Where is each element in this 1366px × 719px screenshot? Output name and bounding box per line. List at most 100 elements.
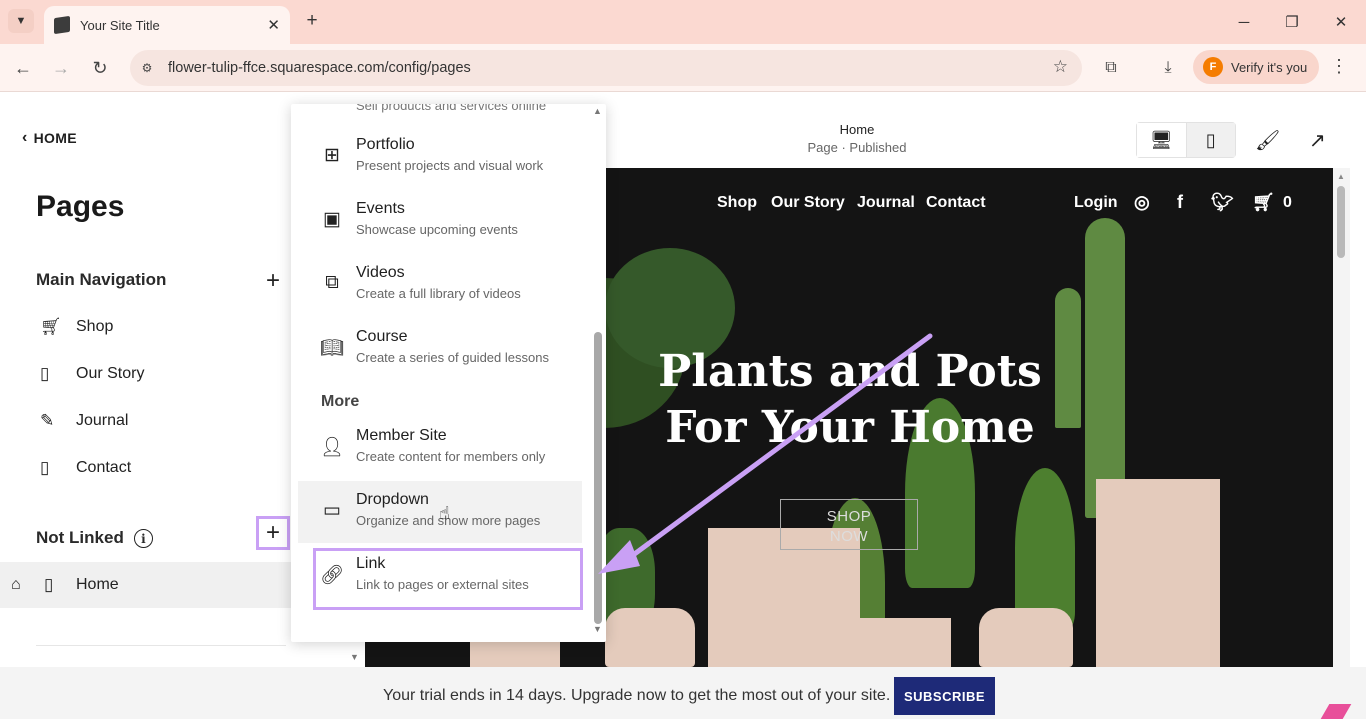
menu-scrollbar[interactable]: ▲ ▼ [593,104,603,642]
back-home-link[interactable]: ‹ HOME [22,129,77,147]
menu-item-desc: Showcase upcoming events [356,222,518,237]
nav-item-shop[interactable]: 🛒︎ Shop [36,309,286,345]
back-home-label: HOME [33,130,77,146]
download-icon[interactable]: ⤓ [1155,55,1181,81]
trial-text: Your trial ends in 14 days. Upgrade now … [383,687,891,704]
menu-item-desc-partial: Sell products and services online [356,104,547,113]
bookmark-star-icon[interactable]: ☆ [1053,57,1068,77]
cart-icon: 🛒︎ [40,317,62,336]
browser-tab[interactable]: Your Site Title ✕ [44,6,290,44]
preview-page-title: Home [839,122,875,137]
cactus-decoration [1055,288,1081,428]
menu-item-events[interactable]: ▣ Events Showcase upcoming events [298,190,582,252]
menu-item-desc: Present projects and visual work [356,158,544,173]
pot-decoration [605,608,695,667]
menu-item-videos[interactable]: ⧉ Videos Create a full library of videos [298,254,582,316]
reload-icon[interactable]: ↻ [87,55,113,81]
tab-search-button[interactable]: ▼ [8,9,34,33]
divider [36,645,286,646]
minimize-button[interactable]: ─ [1230,8,1258,36]
browser-tab-bar: ▼ Your Site Title ✕ + ─ ❐ ✕ [0,0,1366,44]
preview-page-status: Page · Published [807,140,907,155]
nav-item-journal[interactable]: ✎ Journal [36,403,286,439]
nav-item-label: Home [76,576,119,593]
menu-item-portfolio[interactable]: ⊞ Portfolio Present projects and visual … [298,126,582,188]
nav-item-contact[interactable]: ▯ Contact [36,450,286,486]
nav-item-our-story[interactable]: ▯ Our Story [36,356,286,392]
menu-item-title: Videos [356,264,405,281]
scroll-up-arrow-icon[interactable]: ▲ [593,106,602,116]
calendar-icon: ▣ [323,209,341,230]
add-not-linked-page-button[interactable]: + [256,516,290,550]
site-nav-contact[interactable]: Contact [926,194,986,212]
facebook-icon[interactable]: f [1177,192,1183,213]
dropdown-icon: ▭ [323,500,341,521]
open-external-icon[interactable]: ↗ [1309,128,1326,153]
forward-arrow-icon[interactable]: → [48,55,74,81]
member-lock-icon: 👤︎ [320,437,345,458]
menu-item-course[interactable]: 📖︎ Course Create a series of guided less… [298,318,582,380]
nav-item-label: Shop [76,318,114,335]
site-info-icon[interactable]: ⚙ [138,59,156,77]
scroll-down-arrow-icon[interactable]: ▼ [593,624,602,634]
page-title: Pages [36,190,125,223]
scrollbar-thumb[interactable] [1337,186,1345,258]
maximize-button[interactable]: ❐ [1278,8,1306,36]
add-main-nav-page-button[interactable]: + [258,266,288,296]
scroll-up-arrow-icon[interactable]: ▲ [1337,172,1345,181]
main-navigation-title: Main Navigation [36,270,167,289]
window-close-button[interactable]: ✕ [1327,8,1355,36]
url-text[interactable]: flower-tulip-ffce.squarespace.com/config… [168,60,471,76]
pot-decoration [1096,479,1220,667]
scroll-down-arrow-icon[interactable]: ▼ [350,652,359,662]
more-menu-icon[interactable]: ⋮ [1330,56,1348,77]
twitter-icon[interactable]: 🐦︎ [1211,192,1234,213]
page-icon: ▯ [40,458,50,477]
trial-banner: Your trial ends in 14 days. Upgrade now … [0,667,1366,719]
tab-title: Your Site Title [80,17,160,33]
address-bar[interactable]: ⚙ flower-tulip-ffce.squarespace.com/conf… [130,50,1082,86]
site-favicon-icon [54,15,70,35]
chevron-down-icon: ▼ [15,15,27,27]
book-icon: 📖︎ [320,338,345,359]
nav-item-home[interactable]: ⌂ ▯ Home [0,562,292,608]
extensions-icon[interactable]: ⧉ [1098,55,1124,81]
cart-icon[interactable]: 🛒︎ [1252,192,1275,213]
verify-profile-button[interactable]: F Verify it's you [1193,50,1319,84]
cta-line-2: NOW [829,528,869,545]
menu-item-desc: Create content for members only [356,449,546,464]
preview-scrollbar[interactable]: ▲ [1333,168,1350,667]
profile-avatar: F [1203,57,1223,77]
address-toolbar: ← → ↻ ⚙ flower-tulip-ffce.squarespace.co… [0,44,1366,92]
instagram-icon[interactable]: ◎ [1134,192,1150,213]
nav-item-label: Journal [76,412,129,429]
site-nav-shop[interactable]: Shop [717,194,757,212]
shop-now-button[interactable]: SHOP NOW [780,499,918,550]
link-highlight-box [313,548,583,610]
site-nav-our-story[interactable]: Our Story [771,194,845,212]
nav-item-label: Contact [76,459,132,476]
not-linked-title: Not Linked i [36,528,153,549]
verify-label: Verify it's you [1231,59,1308,75]
info-icon[interactable]: i [133,529,153,549]
device-toggle: 🖥︎ ▯ [1136,122,1236,158]
close-icon[interactable]: ✕ [267,16,280,34]
menu-item-member-site[interactable]: 👤︎ Member Site Create content for member… [298,417,582,479]
site-nav-journal[interactable]: Journal [857,194,915,212]
menu-item-title: Member Site [356,427,447,444]
hero-heading: Plants and Pots For Your Home [655,344,1045,456]
cta-line-1: SHOP [826,508,872,525]
desktop-icon[interactable]: 🖥︎ [1137,123,1187,157]
subscribe-button[interactable]: SUBSCRIBE [894,677,995,715]
site-login-link[interactable]: Login [1074,194,1118,212]
menu-section-more: More [321,393,360,410]
paintbrush-icon[interactable]: 🖌︎ [1255,128,1280,153]
scrollbar-thumb[interactable] [594,332,602,624]
not-linked-label: Not Linked [36,528,124,547]
cart-count: 0 [1283,194,1292,211]
grid-icon: ⊞ [324,145,340,166]
mobile-icon[interactable]: ▯ [1186,123,1235,157]
back-arrow-icon[interactable]: ← [10,55,36,81]
new-tab-button[interactable]: + [300,9,324,33]
chevron-left-icon: ‹ [22,129,28,146]
